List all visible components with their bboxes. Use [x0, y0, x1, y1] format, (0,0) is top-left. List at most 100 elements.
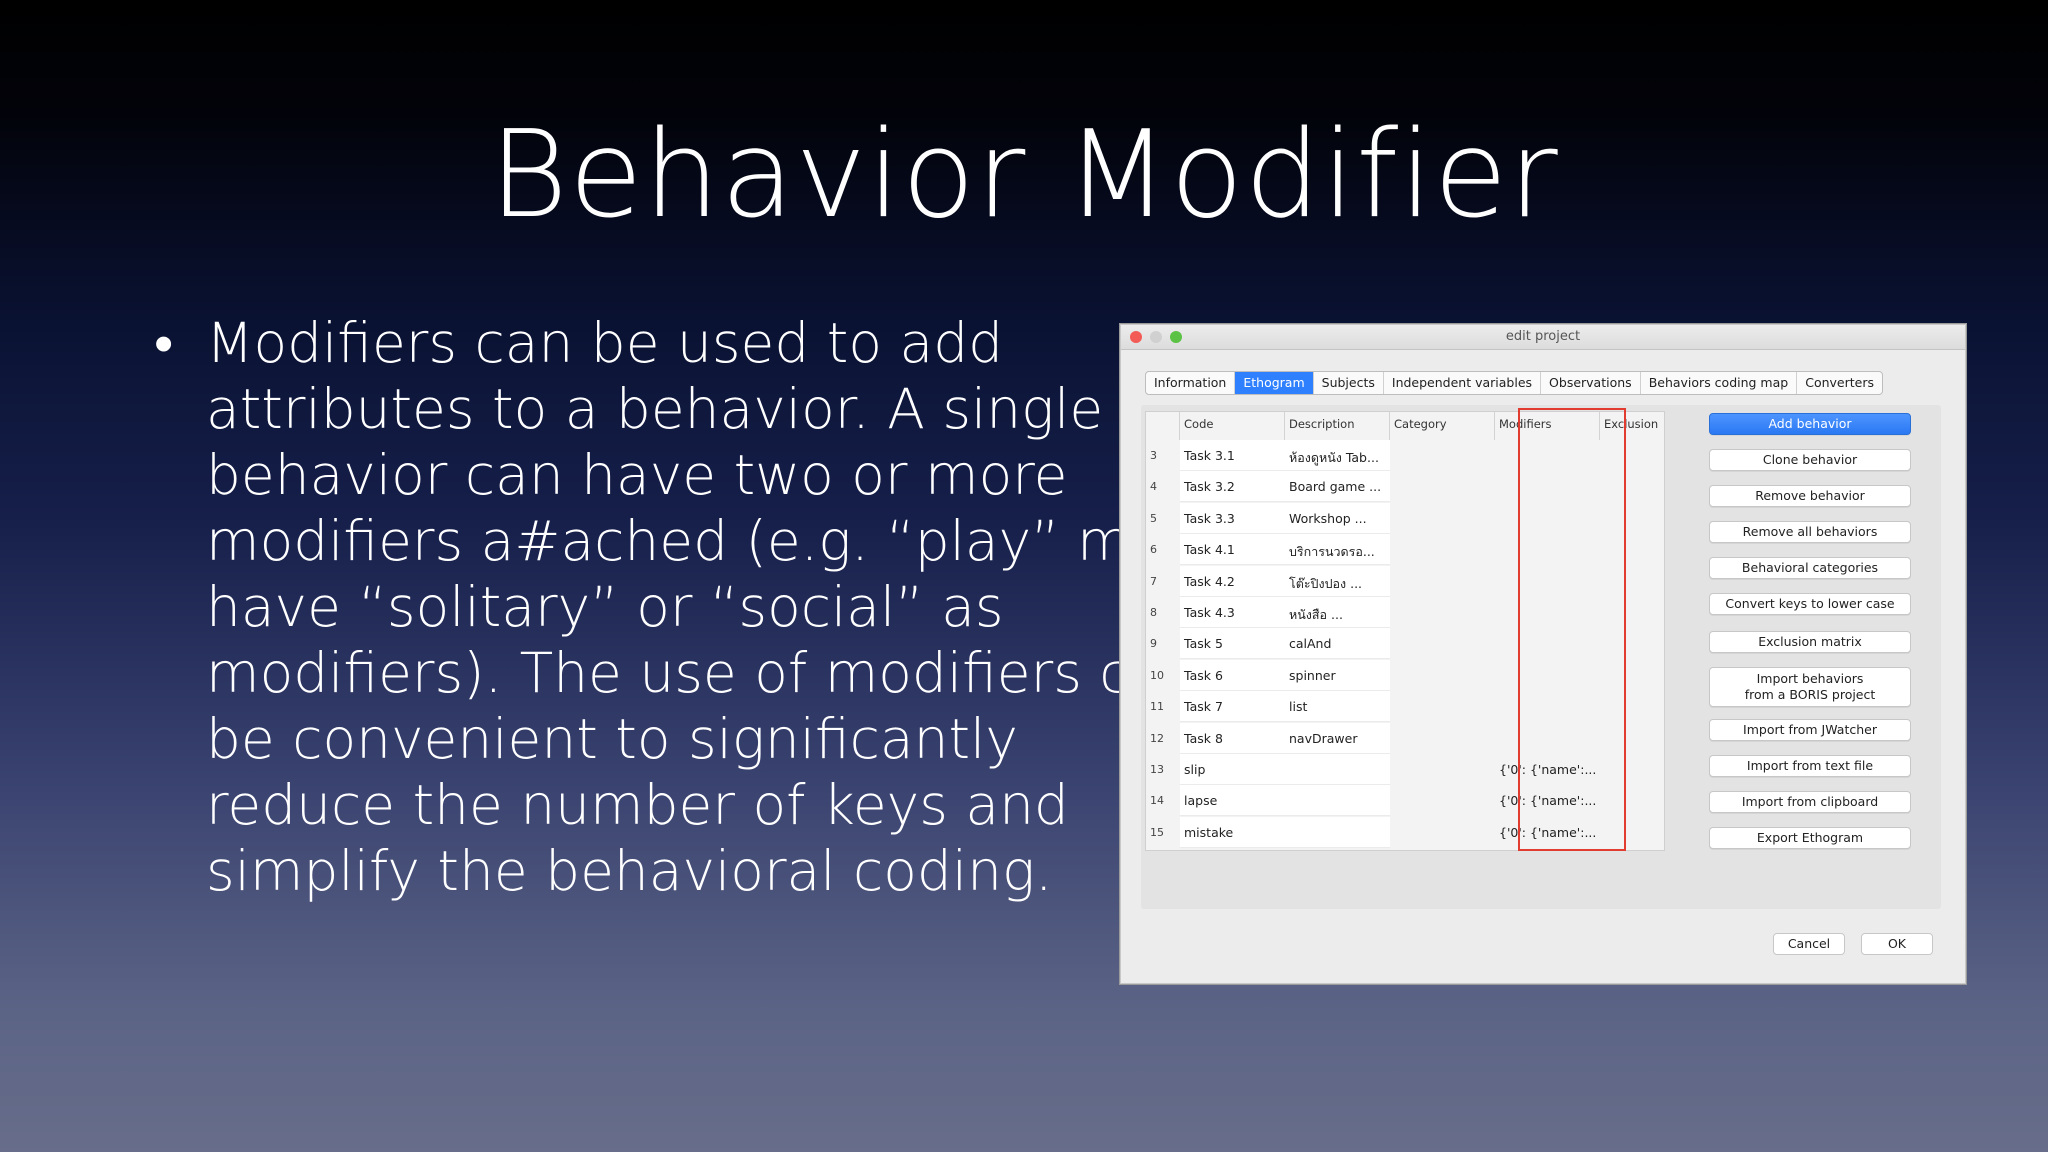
row-index: 4: [1150, 480, 1157, 494]
row-category[interactable]: [1390, 440, 1495, 471]
header-category[interactable]: Category: [1390, 412, 1495, 440]
tab-information[interactable]: Information: [1146, 372, 1236, 394]
row-modifiers[interactable]: [1495, 597, 1600, 628]
row-modifiers[interactable]: [1495, 628, 1600, 659]
exclusion-matrix-button[interactable]: Exclusion matrix: [1709, 631, 1911, 653]
row-description[interactable]: calAnd: [1285, 628, 1390, 660]
table-row[interactable]: 4 Task 3.2 Board game ...: [1146, 471, 1664, 503]
row-code[interactable]: Task 3.3: [1180, 502, 1285, 534]
ok-button[interactable]: OK: [1861, 933, 1933, 955]
slide-title: Behavior Modifier: [489, 106, 1559, 245]
row-category[interactable]: [1390, 597, 1495, 628]
row-code[interactable]: Task 8: [1180, 722, 1285, 754]
row-category[interactable]: [1390, 754, 1495, 785]
import-jwatcher-button[interactable]: Import from JWatcher: [1709, 719, 1911, 741]
row-description[interactable]: navDrawer: [1285, 722, 1390, 754]
row-modifiers[interactable]: [1495, 691, 1600, 722]
table-row[interactable]: 5 Task 3.3 Workshop ...: [1146, 502, 1664, 534]
row-description[interactable]: Board game ...: [1285, 471, 1390, 503]
tab-behaviors-coding-map[interactable]: Behaviors coding map: [1641, 372, 1798, 394]
row-category[interactable]: [1390, 503, 1495, 534]
tab-observations[interactable]: Observations: [1541, 372, 1641, 394]
row-code[interactable]: Task 6: [1180, 659, 1285, 691]
table-row[interactable]: 3 Task 3.1 ห้องดูหนัง Tab...: [1146, 440, 1664, 471]
row-code[interactable]: Task 5: [1180, 628, 1285, 660]
table-row[interactable]: 13 slip {'0': {'name':...: [1146, 754, 1664, 785]
row-code[interactable]: lapse: [1180, 785, 1285, 817]
convert-keys-lower-case-button[interactable]: Convert keys to lower case: [1709, 593, 1911, 615]
add-behavior-button[interactable]: Add behavior: [1709, 413, 1911, 435]
row-index: 9: [1150, 637, 1157, 651]
table-row[interactable]: 10 Task 6 spinner: [1146, 659, 1664, 691]
behavioral-categories-button[interactable]: Behavioral categories: [1709, 557, 1911, 579]
row-modifiers[interactable]: [1495, 440, 1600, 471]
row-modifiers[interactable]: {'0': {'name':...: [1495, 785, 1600, 816]
row-index: 3: [1150, 449, 1157, 462]
table-row[interactable]: 12 Task 8 navDrawer: [1146, 722, 1664, 754]
row-modifiers[interactable]: [1495, 534, 1600, 565]
row-description[interactable]: spinner: [1285, 659, 1390, 691]
row-code[interactable]: Task 4.1: [1180, 534, 1285, 566]
row-description[interactable]: [1285, 785, 1390, 817]
remove-behavior-button[interactable]: Remove behavior: [1709, 485, 1911, 507]
row-code[interactable]: Task 3.2: [1180, 471, 1285, 503]
header-code[interactable]: Code: [1180, 412, 1285, 440]
table-row[interactable]: 7 Task 4.2 โต๊ะปิงปอง ...: [1146, 565, 1664, 597]
cancel-button[interactable]: Cancel: [1773, 933, 1845, 955]
bullet-dot: •: [154, 311, 174, 375]
row-category[interactable]: [1390, 817, 1495, 848]
row-category[interactable]: [1390, 691, 1495, 722]
row-modifiers[interactable]: [1495, 660, 1600, 691]
import-boris-project-button[interactable]: Import behaviors from a BORIS project: [1709, 667, 1911, 707]
table-row[interactable]: 8 Task 4.3 หนังสือ ...: [1146, 597, 1664, 628]
header-description[interactable]: Description: [1285, 412, 1390, 440]
row-description[interactable]: บริการนวดรอ...: [1285, 534, 1390, 566]
row-modifiers[interactable]: [1495, 566, 1600, 597]
tab-subjects[interactable]: Subjects: [1314, 372, 1384, 394]
row-category[interactable]: [1390, 534, 1495, 565]
tab-ethogram[interactable]: Ethogram: [1235, 372, 1314, 394]
row-modifiers[interactable]: [1495, 723, 1600, 754]
row-category[interactable]: [1390, 471, 1495, 502]
table-row[interactable]: 11 Task 7 list: [1146, 691, 1664, 723]
row-code[interactable]: Task 4.3: [1180, 597, 1285, 628]
row-description[interactable]: Workshop ...: [1285, 502, 1390, 534]
table-row[interactable]: 9 Task 5 calAnd: [1146, 628, 1664, 660]
table-row[interactable]: 6 Task 4.1 บริการนวดรอ...: [1146, 534, 1664, 566]
clone-behavior-button[interactable]: Clone behavior: [1709, 449, 1911, 471]
table-row[interactable]: 14 lapse {'0': {'name':...: [1146, 785, 1664, 817]
row-modifiers[interactable]: {'0': {'name':...: [1495, 817, 1600, 848]
table-row[interactable]: 15 mistake {'0': {'name':...: [1146, 816, 1664, 848]
import-clipboard-button[interactable]: Import from clipboard: [1709, 791, 1911, 813]
tab-independent-variables[interactable]: Independent variables: [1384, 372, 1542, 394]
ethogram-table[interactable]: Code Description Category Modifiers Excl…: [1145, 411, 1665, 851]
import-text-file-button[interactable]: Import from text file: [1709, 755, 1911, 777]
row-category[interactable]: [1390, 723, 1495, 754]
export-ethogram-button[interactable]: Export Ethogram: [1709, 827, 1911, 849]
row-code[interactable]: Task 4.2: [1180, 565, 1285, 597]
row-description[interactable]: ห้องดูหนัง Tab...: [1285, 440, 1390, 471]
row-description[interactable]: หนังสือ ...: [1285, 597, 1390, 628]
row-description[interactable]: โต๊ะปิงปอง ...: [1285, 565, 1390, 597]
header-index: [1146, 412, 1180, 440]
remove-all-behaviors-button[interactable]: Remove all behaviors: [1709, 521, 1911, 543]
row-modifiers[interactable]: [1495, 471, 1600, 502]
row-modifiers[interactable]: {'0': {'name':...: [1495, 754, 1600, 785]
tab-converters[interactable]: Converters: [1797, 372, 1882, 394]
row-code[interactable]: Task 3.1: [1180, 440, 1285, 471]
header-modifiers[interactable]: Modifiers: [1495, 412, 1600, 440]
row-category[interactable]: [1390, 628, 1495, 659]
row-description[interactable]: [1285, 754, 1390, 785]
window-titlebar: edit project: [1121, 325, 1965, 350]
row-description[interactable]: [1285, 816, 1390, 848]
row-index: 14: [1150, 794, 1164, 808]
header-exclusion[interactable]: Exclusion: [1600, 412, 1664, 440]
row-category[interactable]: [1390, 566, 1495, 597]
row-code[interactable]: mistake: [1180, 816, 1285, 848]
row-code[interactable]: Task 7: [1180, 691, 1285, 723]
row-code[interactable]: slip: [1180, 754, 1285, 785]
row-modifiers[interactable]: [1495, 503, 1600, 534]
row-category[interactable]: [1390, 660, 1495, 691]
row-category[interactable]: [1390, 785, 1495, 816]
row-description[interactable]: list: [1285, 691, 1390, 723]
